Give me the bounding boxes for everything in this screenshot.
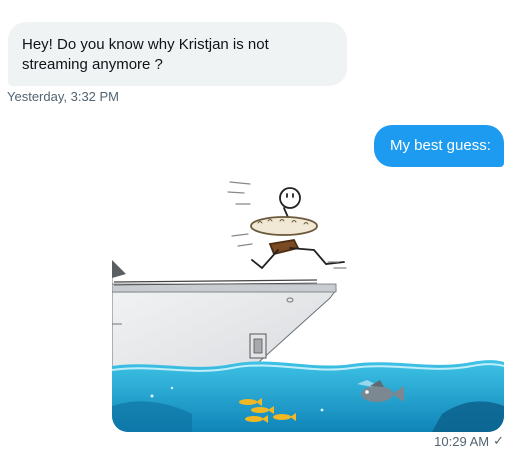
outgoing-message-meta: 10:29 AM ✓	[434, 433, 504, 449]
sea-illustration	[112, 360, 504, 432]
incoming-message-text: Hey! Do you know why Kristjan is not str…	[22, 36, 269, 73]
seen-check-icon: ✓	[493, 433, 504, 448]
meme-image-stick-figure-jumping-off-ship	[112, 174, 504, 432]
incoming-message-timestamp: Yesterday, 3:32 PM	[7, 89, 120, 104]
outgoing-message-timestamp: 10:29 AM	[434, 433, 490, 449]
outgoing-message-text: My best guess:	[390, 137, 491, 154]
incoming-message-bubble[interactable]: Hey! Do you know why Kristjan is not str…	[8, 22, 347, 86]
outgoing-message-bubble[interactable]: My best guess:	[374, 125, 504, 167]
message-image[interactable]	[112, 174, 504, 432]
